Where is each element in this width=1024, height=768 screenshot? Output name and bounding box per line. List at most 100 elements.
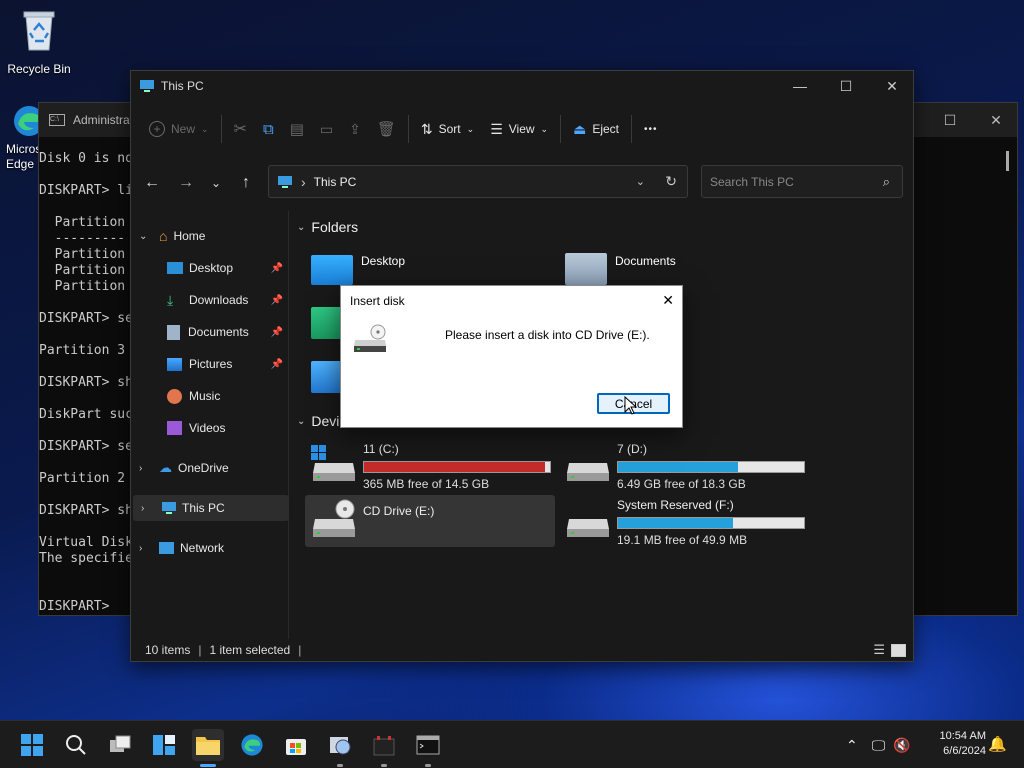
plus-icon: + — [149, 121, 165, 137]
paste-button[interactable]: ▤ — [282, 113, 312, 145]
windows-drive-icon — [311, 445, 355, 481]
drive-f-usage-fill — [618, 518, 733, 528]
drive-e[interactable]: CD Drive (E:) — [305, 495, 555, 547]
cmd-line: Virtual Disk — [39, 535, 133, 550]
scissors-icon: ✂ — [233, 121, 247, 138]
copy-button[interactable]: ⧉ — [255, 113, 282, 145]
cmd-maximize-button[interactable]: ☐ — [927, 103, 973, 137]
app-taskbar-button[interactable] — [368, 729, 400, 767]
nav-item-onedrive[interactable]: › ☁ OneDrive — [131, 455, 287, 481]
sort-button[interactable]: ⇅ Sort ⌄ — [413, 113, 482, 145]
show-hidden-icons-button[interactable]: ⌃ — [846, 737, 858, 754]
search-input[interactable]: Search This PC ⌕ — [701, 165, 903, 198]
rename-button[interactable]: ▭ — [312, 113, 341, 145]
details-view-button[interactable]: ☰ — [873, 642, 885, 658]
recycle-bin-desktop-icon[interactable]: Recycle Bin — [6, 8, 72, 76]
recent-locations-button[interactable]: ⌄ — [203, 171, 229, 195]
nav-item-this-pc[interactable]: › This PC — [133, 495, 289, 521]
breadcrumb-this-pc[interactable]: This PC — [314, 175, 357, 189]
start-button[interactable] — [16, 729, 48, 761]
clock[interactable]: 10:54 AM 6/6/2024 — [928, 729, 986, 759]
pin-icon: 📌 — [270, 262, 283, 274]
desktop-folder-icon — [167, 262, 183, 274]
refresh-icon[interactable]: ↻ — [665, 173, 677, 190]
address-bar[interactable]: › This PC ⌄ ↻ — [268, 165, 688, 198]
drive-c-usage-bar — [363, 461, 551, 473]
cmd-app-icon: C:\ — [49, 114, 65, 126]
nav-item-pictures[interactable]: Pictures 📌 — [131, 351, 287, 377]
view-button[interactable]: ☰ View ⌄ — [482, 113, 556, 145]
up-button[interactable]: ↑ — [233, 171, 259, 195]
widgets-button[interactable] — [148, 729, 180, 761]
cmd-line — [39, 295, 133, 311]
cmd-scrollbar[interactable] — [1006, 151, 1009, 171]
notifications-button[interactable]: 🔔 — [988, 735, 1007, 753]
close-button[interactable]: ✕ — [869, 71, 915, 101]
task-view-icon — [110, 735, 131, 752]
this-pc-icon — [162, 502, 176, 514]
more-icon: ••• — [644, 123, 658, 135]
folder-icon — [196, 737, 220, 755]
task-view-button[interactable] — [104, 729, 136, 761]
maximize-button[interactable]: ☐ — [823, 71, 869, 101]
back-button[interactable]: ← — [139, 171, 165, 195]
desktop-folder-icon — [311, 255, 353, 285]
large-icons-view-button[interactable] — [891, 643, 906, 657]
terminal-taskbar-button[interactable] — [412, 729, 444, 767]
nav-item-videos[interactable]: Videos — [131, 415, 287, 441]
nav-item-network[interactable]: › Network — [131, 535, 287, 561]
volume-muted-icon[interactable]: 🔇 — [893, 737, 910, 754]
folder-documents[interactable]: Documents — [565, 249, 795, 289]
cmd-line — [39, 423, 133, 439]
pictures-icon — [167, 357, 182, 371]
nav-item-documents[interactable]: Documents 📌 — [131, 319, 287, 345]
eject-button[interactable]: ⏏ Eject — [565, 113, 627, 145]
search-button[interactable] — [60, 729, 92, 761]
command-prompt-icon — [416, 735, 440, 755]
dialog-close-button[interactable]: ✕ — [662, 292, 674, 309]
documents-folder-icon — [565, 253, 607, 285]
store-taskbar-button[interactable] — [280, 729, 312, 761]
folders-section-header[interactable]: ⌄ Folders — [297, 219, 358, 235]
folder-desktop[interactable]: Desktop — [311, 249, 541, 289]
drive-d-usage-bar — [617, 461, 805, 473]
file-explorer-taskbar-button[interactable] — [192, 729, 224, 767]
edge-icon — [241, 734, 263, 756]
running-indicator — [381, 764, 387, 767]
cmd-line — [39, 391, 133, 407]
recycle-bin-icon — [23, 11, 55, 51]
dialog-titlebar[interactable]: Insert disk ✕ — [341, 286, 682, 316]
drive-d-name: 7 (D:) — [617, 442, 647, 456]
edge-taskbar-button[interactable] — [236, 729, 268, 761]
disk-utility-taskbar-button[interactable] — [324, 729, 356, 767]
dialog-message: Please insert a disk into CD Drive (E:). — [445, 328, 650, 342]
drive-f-free: 19.1 MB free of 49.9 MB — [617, 533, 748, 547]
nav-item-desktop[interactable]: Desktop 📌 — [131, 255, 287, 281]
cmd-line — [39, 327, 133, 343]
cmd-output: Disk 0 is no DISKPART> li Partition ----… — [39, 151, 133, 615]
rename-icon: ▭ — [319, 120, 334, 137]
address-dropdown-icon[interactable]: ⌄ — [636, 175, 645, 188]
running-indicator — [337, 764, 343, 767]
drive-c[interactable]: 11 (C:) 365 MB free of 14.5 GB — [311, 439, 561, 491]
home-icon: ⌂ — [159, 228, 168, 244]
nav-item-downloads[interactable]: ⤓ Downloads 📌 — [131, 287, 287, 313]
view-icon: ☰ — [490, 120, 503, 137]
new-button[interactable]: + New ⌄ — [141, 113, 217, 145]
cmd-line: Partition 3 — [39, 343, 126, 358]
network-status-icon[interactable]: 🖵 — [872, 737, 886, 754]
cmd-line: Disk 0 is no — [39, 151, 133, 166]
delete-button[interactable]: 🗑 — [369, 113, 404, 145]
share-button[interactable]: ⇪ — [341, 113, 369, 145]
drive-f[interactable]: System Reserved (F:) 19.1 MB free of 49.… — [565, 495, 815, 547]
minimize-button[interactable]: — — [777, 71, 823, 101]
nav-item-home[interactable]: ⌄ ⌂ Home — [131, 223, 287, 249]
nav-item-music[interactable]: Music — [131, 383, 287, 409]
cmd-close-button[interactable]: ✕ — [973, 103, 1019, 137]
drive-f-usage-bar — [617, 517, 805, 529]
drive-d[interactable]: 7 (D:) 6.49 GB free of 18.3 GB — [565, 439, 815, 491]
more-options-button[interactable]: ••• — [636, 113, 666, 145]
cut-button[interactable]: ✂ — [226, 113, 255, 145]
this-pc-icon — [278, 175, 292, 188]
forward-button[interactable]: → — [173, 171, 199, 195]
